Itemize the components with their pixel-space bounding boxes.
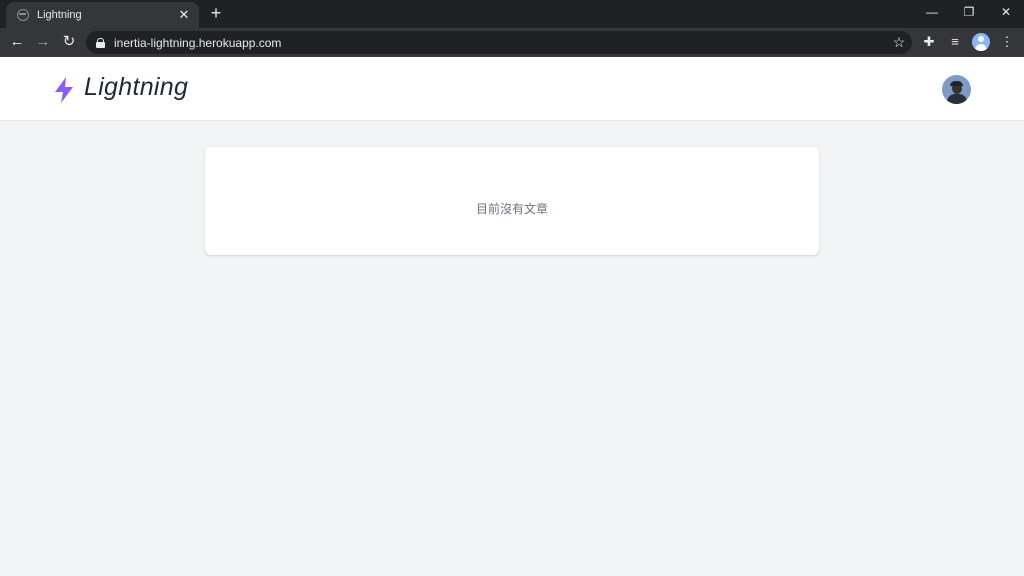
app-header: Lightning (0, 57, 1024, 121)
lightning-icon[interactable] (52, 77, 76, 103)
profile-icon[interactable] (972, 33, 990, 51)
back-arrow-icon[interactable]: ← (8, 33, 26, 51)
menu-icon[interactable]: ⋮ (998, 33, 1016, 51)
lock-icon (96, 37, 105, 48)
reload-icon[interactable]: ↻ (60, 33, 78, 51)
address-bar[interactable]: inertia-lightning.herokuapp.com ☆ (86, 31, 912, 54)
restore-button[interactable]: ❐ (957, 3, 981, 21)
close-window-button[interactable]: ✕ (994, 3, 1018, 21)
extensions-icon[interactable]: ✚ (920, 33, 938, 51)
tab-title: Lightning (37, 9, 82, 21)
close-tab-button[interactable]: ✕ (177, 8, 191, 22)
globe-icon (17, 9, 29, 21)
url-text[interactable]: inertia-lightning.herokuapp.com (114, 36, 886, 50)
forward-arrow-icon[interactable]: → (34, 33, 52, 51)
new-tab-button[interactable]: + (207, 4, 225, 22)
posts-card: 目前沒有文章 (205, 147, 819, 255)
media-control-icon[interactable]: ≡ (946, 33, 964, 51)
browser-toolbar: ← → ↻ inertia-lightning.herokuapp.com ☆ … (0, 28, 1024, 57)
minimize-button[interactable]: — (920, 3, 944, 21)
browser-tabstrip: Lightning ✕ + — ❐ ✕ (0, 0, 1024, 28)
star-icon[interactable]: ☆ (886, 34, 912, 51)
brand-title[interactable]: Lightning (84, 73, 188, 102)
browser-tab[interactable]: Lightning ✕ (6, 2, 199, 28)
empty-state-message: 目前沒有文章 (475, 201, 548, 216)
avatar[interactable] (942, 75, 971, 104)
